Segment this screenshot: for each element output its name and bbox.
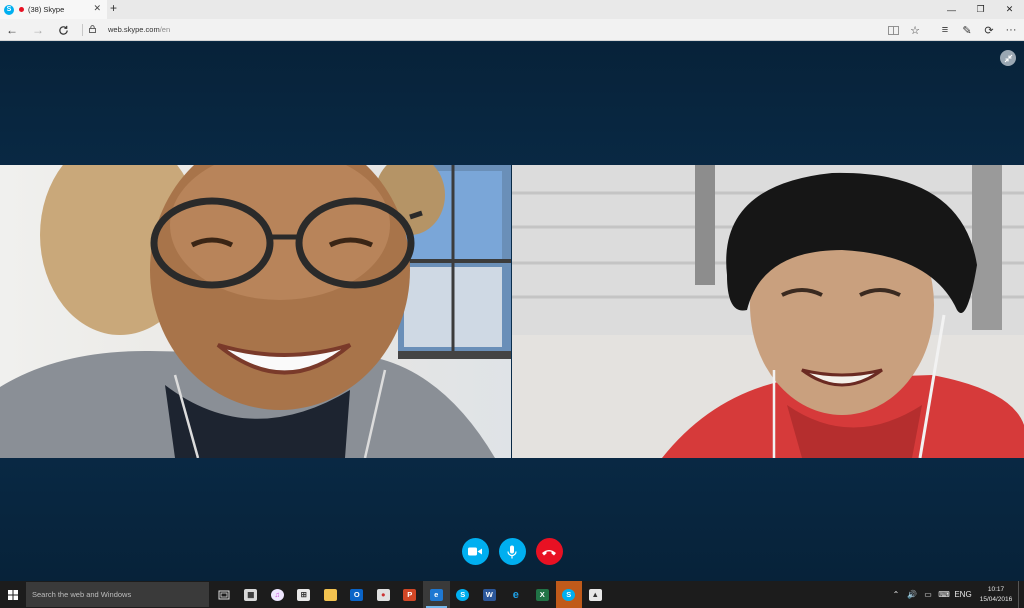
favorite-star-icon[interactable]: ☆ — [904, 22, 926, 38]
window-controls: — ❐ ✕ — [937, 0, 1024, 19]
internet-explorer-app[interactable]: e — [503, 581, 530, 608]
photos-app[interactable]: ▲ — [582, 581, 609, 608]
more-icon[interactable]: ··· — [1000, 22, 1022, 38]
taskbar-clock[interactable]: 10:17 15/04/2016 — [974, 585, 1018, 605]
reading-view-icon[interactable] — [882, 22, 904, 38]
photos-icon: ▲ — [588, 588, 602, 601]
hub-icon[interactable]: ≡ — [934, 22, 956, 38]
url-path: /en — [159, 25, 171, 34]
hang-up-icon — [542, 549, 556, 555]
excel-icon: X — [535, 588, 549, 601]
call-stage — [0, 42, 1024, 581]
refresh-icon — [58, 25, 68, 35]
skype-favicon-icon: S — [4, 4, 14, 15]
browser-tab-bar: S (38) Skype ✕ + — ❐ ✕ — [0, 0, 1024, 19]
paint-palette-icon: ● — [376, 588, 390, 601]
internet-explorer-icon: e — [512, 588, 519, 601]
lock-icon — [89, 25, 96, 33]
forward-button[interactable]: → — [30, 22, 46, 38]
volume-icon[interactable]: 🔊 — [904, 581, 920, 608]
action-center-icon[interactable]: ▭ — [920, 581, 936, 608]
url-field[interactable]: web.skype.com/en — [108, 25, 170, 34]
outlook-app[interactable]: O — [344, 581, 371, 608]
participant-right-image — [512, 165, 1024, 458]
url-host: web.skype.com — [108, 25, 160, 34]
keyboard-icon[interactable]: ⌨ — [936, 581, 952, 608]
mute-toggle-button[interactable] — [498, 538, 526, 565]
end-call-button[interactable] — [535, 538, 563, 565]
language-indicator[interactable]: ENG — [952, 581, 974, 608]
task-view-button[interactable] — [211, 581, 238, 608]
paint-app[interactable]: ● — [370, 581, 397, 608]
video-camera-icon — [468, 547, 482, 556]
powerpoint-app[interactable]: P — [397, 581, 424, 608]
back-button[interactable]: ← — [4, 22, 20, 38]
clock-date: 15/04/2016 — [979, 595, 1013, 603]
minimize-button[interactable]: — — [937, 0, 966, 19]
excel-app[interactable]: X — [529, 581, 556, 608]
call-controls — [0, 538, 1024, 565]
word-app[interactable]: W — [476, 581, 503, 608]
remote-video-right — [512, 165, 1024, 458]
collapse-fullscreen-button[interactable] — [1000, 50, 1016, 66]
tab-title: (38) Skype — [28, 5, 65, 14]
restore-button[interactable]: ❐ — [966, 0, 995, 19]
store-app[interactable]: ⊞ — [291, 581, 318, 608]
show-hidden-icons-icon[interactable]: ⌃ — [888, 581, 904, 608]
skype-for-business-app[interactable]: S — [555, 581, 582, 608]
windows-logo-icon — [8, 589, 18, 600]
close-window-button[interactable]: ✕ — [995, 0, 1024, 19]
itunes-icon: ♫ — [270, 588, 284, 601]
calculator-app[interactable]: ▦ — [238, 581, 265, 608]
taskbar-search-box[interactable]: Search the web and Windows — [26, 582, 209, 607]
close-tab-icon[interactable]: ✕ — [93, 3, 101, 14]
edge-app[interactable]: e — [423, 581, 450, 608]
folder-icon — [323, 588, 337, 601]
itunes-app[interactable]: ♫ — [264, 581, 291, 608]
browser-tab[interactable]: S (38) Skype ✕ — [0, 0, 107, 19]
skype-for-business-icon: S — [562, 588, 576, 601]
video-toggle-button[interactable] — [461, 538, 489, 565]
calculator-icon: ▦ — [244, 588, 258, 601]
collapse-icon — [1004, 54, 1012, 62]
microphone-icon — [507, 545, 517, 558]
start-button[interactable] — [0, 581, 26, 608]
task-view-icon — [218, 590, 230, 599]
url-separator — [82, 24, 83, 36]
clock-time: 10:17 — [987, 585, 1005, 593]
edge-icon: e — [429, 588, 443, 601]
address-bar: ← → web.skype.com/en ☆ ≡ ✎ ⟳ ··· — [0, 19, 1024, 41]
windows-taskbar: Search the web and Windows ▦ ♫ ⊞ O ● P e… — [0, 581, 1024, 608]
participant-left-image — [0, 165, 511, 458]
powerpoint-icon: P — [403, 588, 417, 601]
remote-video-left — [0, 165, 511, 458]
browser-toolbar: ☆ ≡ ✎ ⟳ ··· — [882, 22, 1022, 38]
store-bag-icon: ⊞ — [297, 588, 311, 601]
system-tray: ⌃ 🔊 ▭ ⌨ ENG 10:17 15/04/2016 — [888, 581, 1024, 608]
outlook-icon: O — [350, 588, 364, 601]
word-icon: W — [482, 588, 496, 601]
search-placeholder: Search the web and Windows — [32, 590, 132, 599]
taskbar-app-list: ▦ ♫ ⊞ O ● P e S W e X S ▲ — [211, 581, 609, 608]
recording-dot-icon — [19, 7, 24, 12]
show-desktop-button[interactable] — [1018, 581, 1024, 608]
web-note-icon[interactable]: ✎ — [956, 22, 978, 38]
refresh-button[interactable] — [55, 22, 71, 38]
new-tab-button[interactable]: + — [110, 1, 117, 15]
share-icon[interactable]: ⟳ — [978, 22, 1000, 38]
skype-app[interactable]: S — [450, 581, 477, 608]
skype-icon: S — [456, 588, 470, 601]
file-explorer-app[interactable] — [317, 581, 344, 608]
